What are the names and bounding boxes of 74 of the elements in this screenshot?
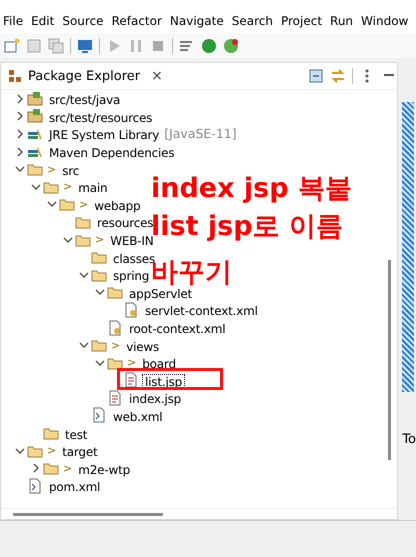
- tree-item[interactable]: spring: [111, 269, 152, 284]
- tree-item[interactable]: servlet-context.xml: [143, 304, 260, 318]
- menu-item[interactable]: Window: [358, 14, 414, 28]
- chevron-right-icon[interactable]: [15, 94, 25, 104]
- scrollbar[interactable]: [13, 512, 163, 516]
- change-marker: >: [79, 198, 88, 211]
- tree-item[interactable]: test: [63, 428, 90, 442]
- change-marker: >: [127, 356, 136, 370]
- tree-item[interactable]: main: [76, 181, 110, 196]
- menu-item[interactable]: Search: [228, 14, 278, 28]
- xml-file-icon: [123, 302, 139, 318]
- xml-file-icon: [91, 407, 107, 424]
- chevron-down-icon[interactable]: [63, 234, 73, 245]
- power-icon[interactable]: [201, 38, 217, 54]
- chevron-down-icon[interactable]: [95, 358, 105, 368]
- tree-item[interactable]: target: [60, 445, 100, 460]
- chevron-right-icon[interactable]: [15, 146, 25, 157]
- lines-icon[interactable]: [179, 38, 195, 54]
- tree-item[interactable]: src: [60, 164, 82, 178]
- change-marker: >: [95, 233, 104, 246]
- xml-file-icon: [107, 320, 123, 336]
- chevron-down-icon[interactable]: [47, 199, 57, 210]
- document-icon: [107, 390, 123, 406]
- monitor-icon[interactable]: [77, 38, 93, 54]
- change-marker: >: [111, 338, 120, 352]
- tree-item[interactable]: root-context.xml: [127, 322, 228, 336]
- chevron-right-icon[interactable]: [15, 111, 25, 122]
- menu-item[interactable]: Source: [59, 14, 109, 28]
- package-icon: [7, 68, 23, 84]
- chevron-down-icon[interactable]: [79, 270, 89, 280]
- document-icon: [123, 372, 139, 388]
- chevron-down-icon[interactable]: [15, 446, 25, 456]
- tree-item[interactable]: src/test/resources: [47, 110, 154, 125]
- menu-item[interactable]: Refactor: [108, 14, 167, 28]
- change-marker: >: [63, 462, 72, 475]
- menu-item[interactable]: Project: [278, 14, 328, 28]
- source-folder-icon: [27, 90, 43, 107]
- collapse-icon[interactable]: [308, 68, 324, 84]
- xml-file-icon: [27, 478, 43, 494]
- chevron-right-icon[interactable]: [15, 128, 25, 139]
- new-icon[interactable]: [4, 38, 20, 54]
- menu-item[interactable]: File: [0, 14, 28, 28]
- tree-item[interactable]: JRE System Library: [47, 128, 162, 142]
- tree-item[interactable]: pom.xml: [47, 480, 102, 494]
- tree-item[interactable]: WEB-IN: [108, 234, 156, 248]
- tree-item[interactable]: src/test/java: [47, 93, 122, 108]
- version-label: [JavaSE-11]: [164, 126, 237, 142]
- chevron-down-icon[interactable]: [31, 182, 41, 192]
- tree-item[interactable]: list.jsp: [143, 374, 184, 389]
- tree-item[interactable]: m2e-wtp: [76, 462, 132, 477]
- tree-item[interactable]: appServlet: [127, 286, 194, 301]
- scrollbar[interactable]: [388, 260, 392, 460]
- chevron-down-icon[interactable]: [15, 164, 25, 174]
- circle-icon[interactable]: [223, 38, 239, 54]
- tree-item[interactable]: webapp: [92, 198, 142, 213]
- change-marker: >: [47, 162, 56, 176]
- chevron-right-icon[interactable]: [31, 463, 41, 474]
- menu-item[interactable]: Edit: [28, 14, 60, 28]
- tree-item[interactable]: web.xml: [111, 410, 164, 424]
- tree-item[interactable]: Maven Dependencies: [47, 146, 176, 160]
- annotation-text: index jsp 복붙: [151, 174, 352, 204]
- menu-item[interactable]: Run: [327, 14, 358, 28]
- close-icon[interactable]: ×: [151, 68, 163, 84]
- panel-tab[interactable]: To: [402, 432, 416, 447]
- source-folder-icon: [27, 108, 43, 124]
- tree-item[interactable]: views: [124, 340, 162, 354]
- chevron-down-icon[interactable]: [95, 287, 105, 298]
- panel-title[interactable]: Package Explorer: [28, 68, 140, 84]
- menu-item[interactable]: Navigate: [166, 14, 229, 28]
- chevron-down-icon[interactable]: [79, 340, 89, 350]
- change-marker: >: [63, 180, 72, 194]
- tree-item[interactable]: board: [140, 357, 178, 372]
- tree-item[interactable]: index.jsp: [127, 392, 184, 406]
- change-marker: >: [47, 444, 56, 458]
